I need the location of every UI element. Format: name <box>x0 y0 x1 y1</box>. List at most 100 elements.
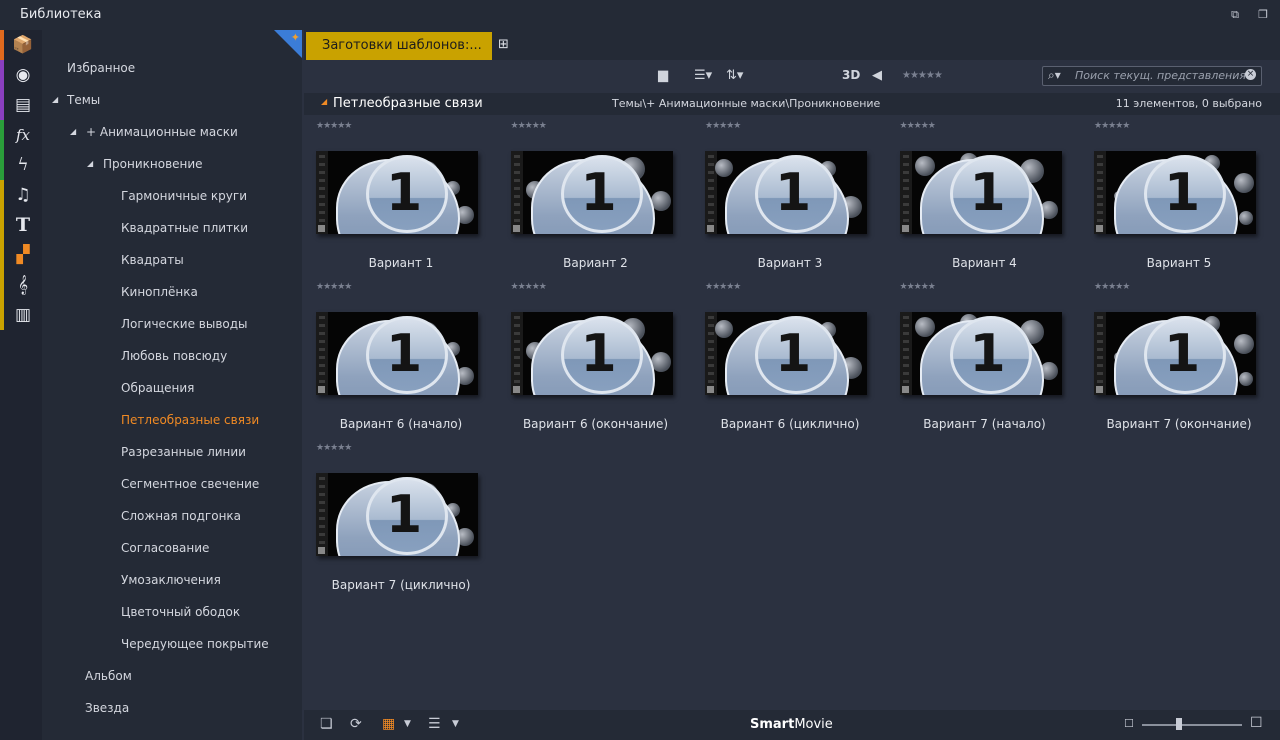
folder-icon[interactable]: ▆ <box>658 68 668 83</box>
smartmovie-button[interactable]: SmartMovie <box>750 717 833 732</box>
template-item[interactable]: ★★★★★ 1 Вариант 3 <box>693 121 867 276</box>
collapse-triangle-icon[interactable]: ◢ <box>52 90 62 110</box>
template-item[interactable]: ★★★★★ 1 Вариант 7 (начало) <box>888 282 1062 437</box>
tree-item[interactable]: Сложная подгонка <box>121 506 241 526</box>
tree-item[interactable]: Петлеобразные связи <box>121 410 259 430</box>
category-music-note[interactable]: ♫ <box>0 180 42 210</box>
category-lightning[interactable]: ϟ <box>0 150 42 180</box>
tree-item[interactable]: Разрезанные линии <box>121 442 246 462</box>
item-rating[interactable]: ★★★★★ <box>900 121 936 131</box>
tree-item[interactable]: Любовь повсюду <box>121 346 227 366</box>
tree-anim-masks[interactable]: ◢ + Анимационные маски <box>70 122 238 142</box>
zoom-small-icon[interactable]: ☐ <box>1124 717 1134 730</box>
collapse-triangle-icon[interactable]: ◢ <box>70 122 80 142</box>
tree-item[interactable]: Гармоничные круги <box>121 186 247 206</box>
corner-marker-icon <box>1096 386 1103 393</box>
tree-item[interactable]: Умозаключения <box>121 570 221 590</box>
tag-icon[interactable]: ◀ <box>872 68 882 83</box>
clear-search-icon[interactable]: × <box>1245 69 1256 80</box>
template-item[interactable]: ★★★★★ 1 Вариант 1 <box>304 121 478 276</box>
item-rating[interactable]: ★★★★★ <box>1094 121 1130 131</box>
grid-view-dropdown-icon[interactable]: ▼ <box>404 719 411 729</box>
category-box[interactable]: 📦 <box>0 30 42 60</box>
template-thumbnail[interactable]: 1 <box>705 151 867 234</box>
zoom-slider[interactable] <box>1142 724 1242 726</box>
search-icon[interactable]: ⌕▾ <box>1048 68 1061 83</box>
tree-item[interactable]: Согласование <box>121 538 209 558</box>
search-field[interactable]: ⌕▾ Поиск текущ. представления × <box>1042 66 1262 86</box>
item-rating[interactable]: ★★★★★ <box>316 121 352 131</box>
template-item[interactable]: ★★★★★ 1 Вариант 4 <box>888 121 1062 276</box>
template-item[interactable]: ★★★★★ 1 Вариант 6 (начало) <box>304 282 478 437</box>
tree-album[interactable]: Альбом <box>85 666 132 686</box>
pin-icon[interactable]: ✦ <box>274 30 302 58</box>
category-title[interactable]: T <box>0 210 42 240</box>
restore-icon[interactable]: ❐ <box>1256 8 1270 22</box>
template-thumbnail[interactable]: 1 <box>316 312 478 395</box>
thumbnail-number: 1 <box>969 324 1006 384</box>
item-rating[interactable]: ★★★★★ <box>900 282 936 292</box>
sort-icon[interactable]: ⇅▾ <box>726 68 743 83</box>
template-caption: Вариант 6 (начало) <box>339 417 463 431</box>
category-fx[interactable]: fx <box>0 120 42 150</box>
tree-item[interactable]: Чередующее покрытие <box>121 634 269 654</box>
category-piano[interactable]: ▥ <box>0 300 42 330</box>
template-item[interactable]: ★★★★★ 1 Вариант 2 <box>499 121 673 276</box>
tab-templates[interactable]: Заготовки шаблонов:... <box>306 32 492 60</box>
template-thumbnail[interactable]: 1 <box>705 312 867 395</box>
copy-icon[interactable]: ❏ <box>320 716 333 732</box>
template-item[interactable]: ★★★★★ 1 Вариант 6 (окончание) <box>499 282 673 437</box>
category-film-reel[interactable]: ◉ <box>0 60 42 90</box>
details-view-icon[interactable]: ☰ <box>428 716 441 732</box>
item-rating[interactable]: ★★★★★ <box>705 121 741 131</box>
template-thumbnail[interactable]: 1 <box>316 151 478 234</box>
item-rating[interactable]: ★★★★★ <box>705 282 741 292</box>
tree-item[interactable]: Цветочный ободок <box>121 602 240 622</box>
tree-item[interactable]: Обращения <box>121 378 194 398</box>
template-thumbnail[interactable]: 1 <box>1094 151 1256 234</box>
add-tab-icon[interactable]: ⊞ <box>498 37 509 52</box>
category-transitions[interactable]: ▤ <box>0 90 42 120</box>
template-thumbnail[interactable]: 1 <box>1094 312 1256 395</box>
tree-item[interactable]: Киноплёнка <box>121 282 198 302</box>
undock-icon[interactable]: ⧉ <box>1228 8 1242 22</box>
zoom-slider-knob[interactable] <box>1176 718 1182 730</box>
collapse-triangle-icon[interactable]: ◢ <box>321 97 327 106</box>
category-treble-clef[interactable]: 𝄞 <box>0 270 42 300</box>
refresh-icon[interactable]: ⟳ <box>350 716 362 732</box>
tree-item[interactable]: Логические выводы <box>121 314 248 334</box>
grid-view-icon[interactable]: ▦ <box>382 716 395 732</box>
item-rating[interactable]: ★★★★★ <box>1094 282 1130 292</box>
template-thumbnail[interactable]: 1 <box>316 473 478 556</box>
item-rating[interactable]: ★★★★★ <box>511 282 547 292</box>
film-strip <box>510 151 523 234</box>
template-thumbnail[interactable]: 1 <box>899 151 1062 234</box>
details-view-dropdown-icon[interactable]: ▼ <box>452 719 459 729</box>
template-item[interactable]: ★★★★★ 1 Вариант 7 (циклично) <box>304 443 478 598</box>
tree-favorites[interactable]: Избранное <box>67 58 135 78</box>
tree-item[interactable]: Квадратные плитки <box>121 218 248 238</box>
item-rating[interactable]: ★★★★★ <box>316 443 352 453</box>
item-rating[interactable]: ★★★★★ <box>511 121 547 131</box>
template-thumbnail[interactable]: 1 <box>510 312 673 395</box>
template-item[interactable]: ★★★★★ 1 Вариант 5 <box>1082 121 1256 276</box>
3d-filter-button[interactable]: 3D <box>842 68 860 82</box>
zoom-large-icon[interactable]: ☐ <box>1250 715 1263 731</box>
tree-star[interactable]: Звезда <box>85 698 129 718</box>
film-strip <box>316 151 328 234</box>
tree-penetration[interactable]: ◢ Проникновение <box>87 154 203 174</box>
template-item[interactable]: ★★★★★ 1 Вариант 6 (циклично) <box>693 282 867 437</box>
rating-filter[interactable]: ★★★★★ <box>902 70 943 81</box>
category-stripe <box>0 240 4 270</box>
tree-item[interactable]: Сегментное свечение <box>121 474 259 494</box>
list-view-icon[interactable]: ☰▾ <box>694 68 712 83</box>
tree-themes[interactable]: ◢ Темы <box>52 90 100 110</box>
template-thumbnail[interactable]: 1 <box>899 312 1062 395</box>
tree-item[interactable]: Квадраты <box>121 250 184 270</box>
category-montage[interactable]: ▞ <box>0 240 42 270</box>
corner-marker-icon <box>512 225 520 232</box>
item-rating[interactable]: ★★★★★ <box>316 282 352 292</box>
collapse-triangle-icon[interactable]: ◢ <box>87 154 97 174</box>
template-item[interactable]: ★★★★★ 1 Вариант 7 (окончание) <box>1082 282 1256 437</box>
template-thumbnail[interactable]: 1 <box>510 151 673 234</box>
